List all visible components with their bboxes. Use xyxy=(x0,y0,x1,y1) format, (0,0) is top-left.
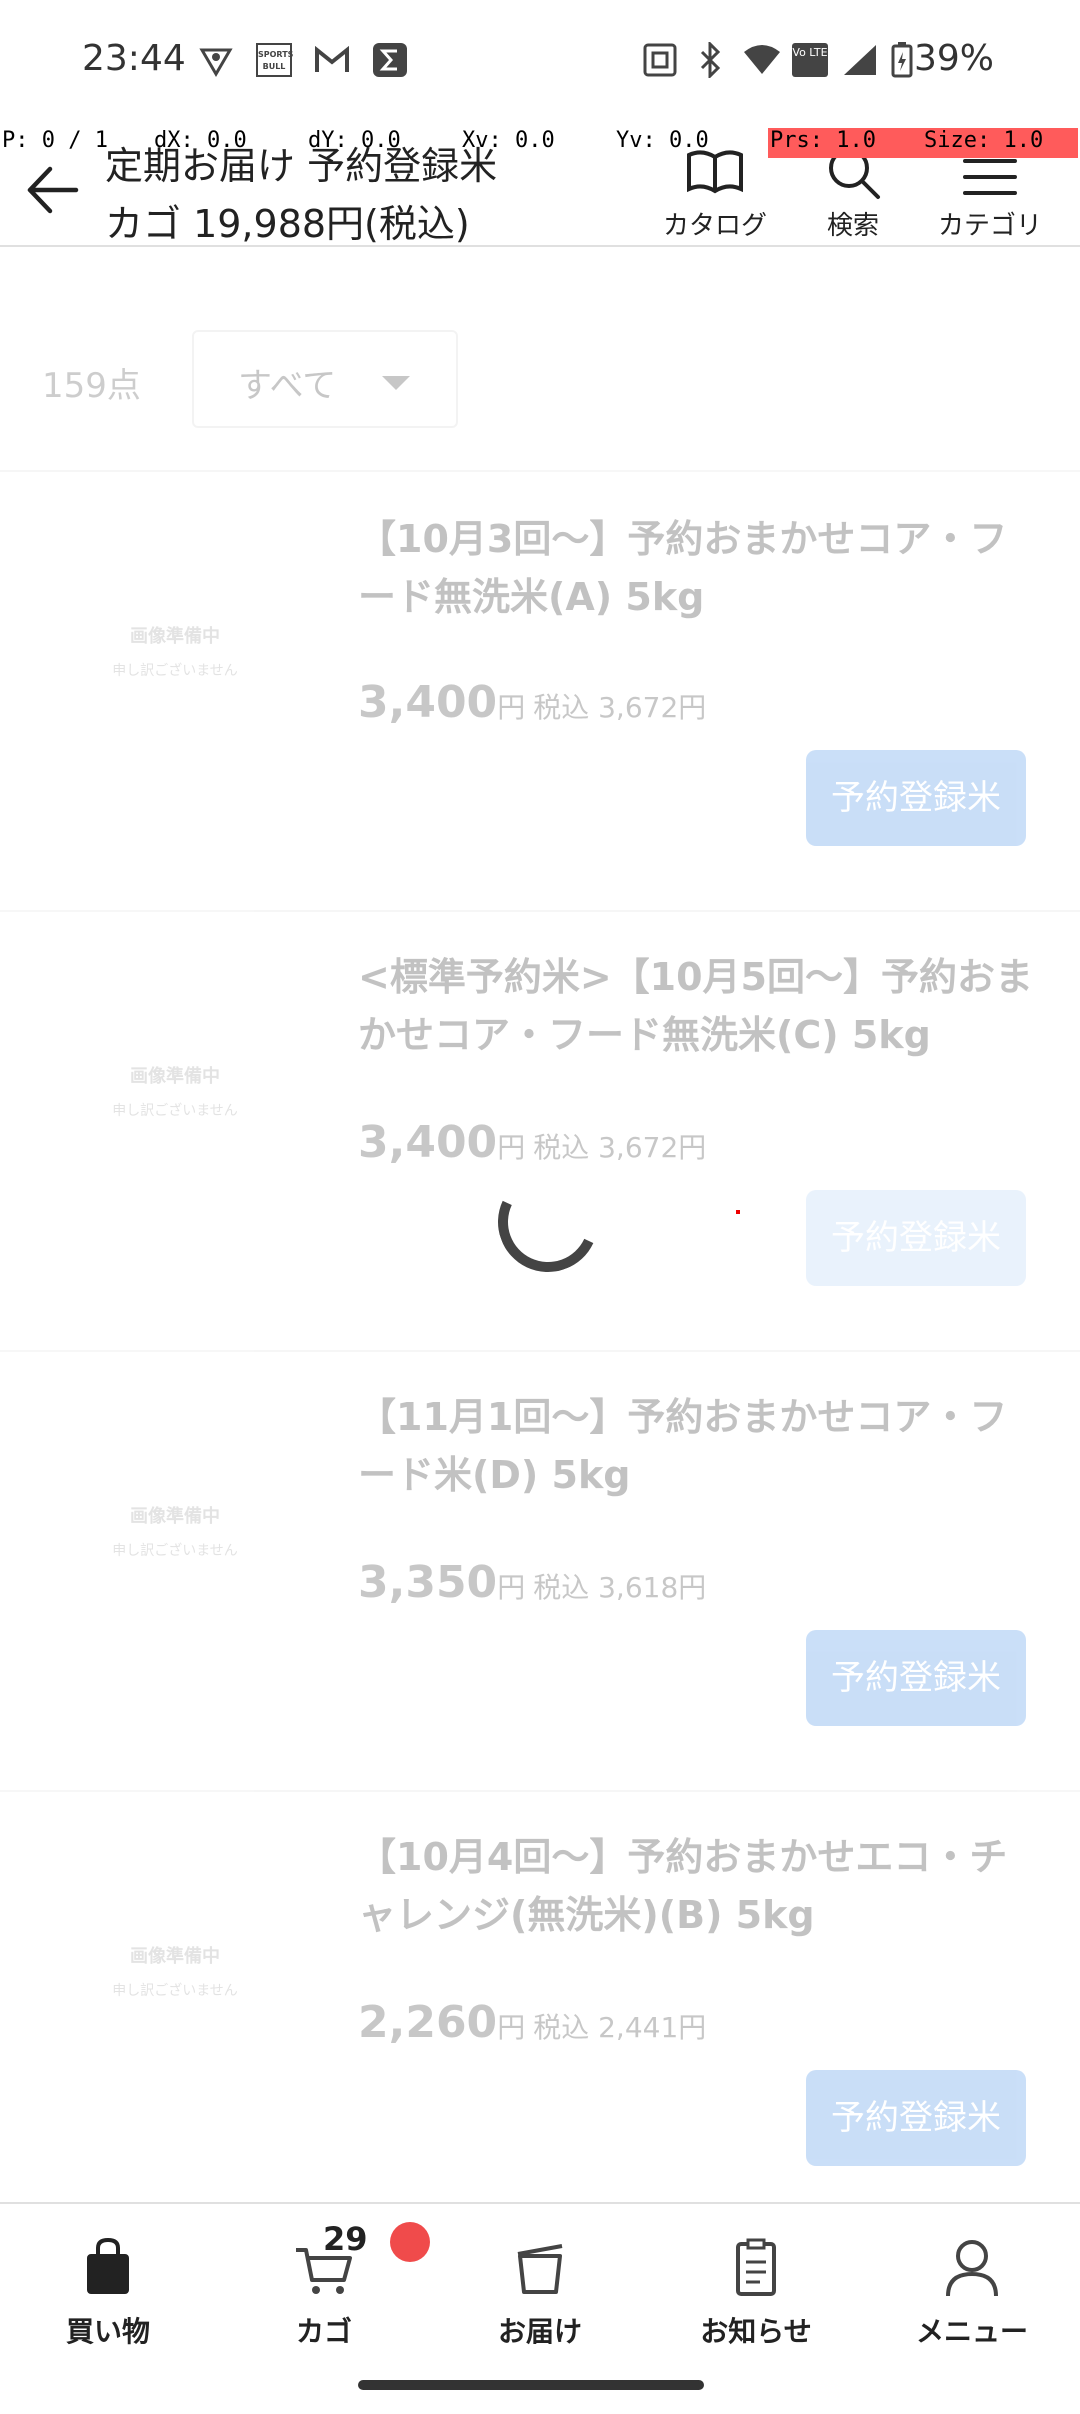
price-value: 3,400 xyxy=(358,677,498,728)
product-name[interactable]: 【10月3回〜】予約おまかせコア・フード無洗米(A) 5kg xyxy=(358,510,1038,626)
image-placeholder-note: 申し訳ございません xyxy=(112,1103,238,1119)
bottom-navigation: 買い物 カゴ 29 お届け お知らせ メニュー xyxy=(0,2202,1080,2414)
delivery-box-icon xyxy=(517,2244,563,2294)
reserve-register-button[interactable]: 予約登録米 xyxy=(806,2070,1026,2166)
product-item[interactable]: 画像準備中 申し訳ございません 【10月4回〜】予約おまかせエコ・チャレンジ(無… xyxy=(0,1792,1080,2200)
image-placeholder-title: 画像準備中 xyxy=(130,1946,220,1967)
nav-menu-label: メニュー xyxy=(915,2315,1028,2348)
nav-menu[interactable]: メニュー xyxy=(882,2224,1062,2354)
nav-shopping[interactable]: 買い物 xyxy=(18,2224,198,2354)
tax-price: 税込 3,618円 xyxy=(533,1571,707,1604)
image-placeholder-note: 申し訳ございません xyxy=(112,1983,238,1999)
nav-cart-label: カゴ xyxy=(295,2315,352,2348)
image-placeholder-title: 画像準備中 xyxy=(130,1066,220,1087)
price-value: 3,350 xyxy=(358,1557,498,1608)
nav-delivery-label: お届け xyxy=(497,2315,582,2348)
product-price: 3,400円 税込 3,672円 xyxy=(358,1117,706,1168)
nav-shopping-label: 買い物 xyxy=(65,2315,150,2348)
reserve-register-button[interactable]: 予約登録米 xyxy=(806,750,1026,846)
nav-notices-label: お知らせ xyxy=(700,2315,812,2348)
price-value: 2,260 xyxy=(358,1997,498,2048)
dropdown-arrow-icon xyxy=(382,376,410,390)
product-price: 2,260円 税込 2,441円 xyxy=(358,1997,706,2048)
price-unit: 円 xyxy=(497,1131,526,1164)
person-icon xyxy=(946,2240,998,2297)
image-placeholder-note: 申し訳ございません xyxy=(112,1543,238,1559)
price-unit: 円 xyxy=(497,691,526,724)
clipboard-icon xyxy=(736,2238,776,2296)
image-placeholder-title: 画像準備中 xyxy=(130,1506,220,1527)
home-indicator[interactable] xyxy=(358,2380,704,2390)
tax-price: 税込 3,672円 xyxy=(533,691,707,724)
tax-price: 税込 3,672円 xyxy=(533,1131,707,1164)
filter-value: すべて xyxy=(238,366,337,406)
image-placeholder-note: 申し訳ございません xyxy=(112,663,238,679)
shopping-bag-icon xyxy=(87,2237,129,2294)
item-count: 159点 xyxy=(42,366,141,406)
product-item[interactable]: 画像準備中 申し訳ございません 【10月3回〜】予約おまかせコア・フード無洗米(… xyxy=(0,472,1080,910)
filter-select[interactable]: すべて xyxy=(192,330,458,428)
reserve-register-button[interactable]: 予約登録米 xyxy=(806,1190,1026,1286)
reserve-register-button[interactable]: 予約登録米 xyxy=(806,1630,1026,1726)
price-unit: 円 xyxy=(497,2011,526,2044)
product-price: 3,400円 税込 3,672円 xyxy=(358,677,706,728)
nav-delivery[interactable]: お届け xyxy=(450,2224,630,2354)
product-image-placeholder: 画像準備中 申し訳ございません xyxy=(110,1062,240,1120)
product-name[interactable]: <標準予約米>【10月5回〜】予約おまかせコア・フード無洗米(C) 5kg xyxy=(358,948,1038,1064)
product-image-placeholder: 画像準備中 申し訳ございません xyxy=(110,1942,240,2000)
tax-price: 税込 2,441円 xyxy=(533,2011,707,2044)
notification-dot xyxy=(390,2222,430,2262)
product-name[interactable]: 【10月4回〜】予約おまかせエコ・チャレンジ(無洗米)(B) 5kg xyxy=(358,1828,1038,1944)
product-list-container: 159点 すべて 画像準備中 申し訳ございません 【10月3回〜】予約おまかせコ… xyxy=(0,0,1080,2200)
touch-point-marker xyxy=(736,1210,740,1214)
product-name[interactable]: 【11月1回〜】予約おまかせコア・フード米(D) 5kg xyxy=(358,1388,1038,1504)
product-item[interactable]: 画像準備中 申し訳ございません 【11月1回〜】予約おまかせコア・フード米(D)… xyxy=(0,1352,1080,1790)
nav-notices[interactable]: お知らせ xyxy=(666,2224,846,2354)
product-price: 3,350円 税込 3,618円 xyxy=(358,1557,706,1608)
price-unit: 円 xyxy=(497,1571,526,1604)
image-placeholder-title: 画像準備中 xyxy=(130,626,220,647)
product-image-placeholder: 画像準備中 申し訳ございません xyxy=(110,622,240,680)
cart-count-badge: 29 xyxy=(323,2220,368,2258)
price-value: 3,400 xyxy=(358,1117,498,1168)
product-image-placeholder: 画像準備中 申し訳ございません xyxy=(110,1502,240,1560)
product-item[interactable]: 画像準備中 申し訳ございません <標準予約米>【10月5回〜】予約おまかせコア・… xyxy=(0,912,1080,1350)
